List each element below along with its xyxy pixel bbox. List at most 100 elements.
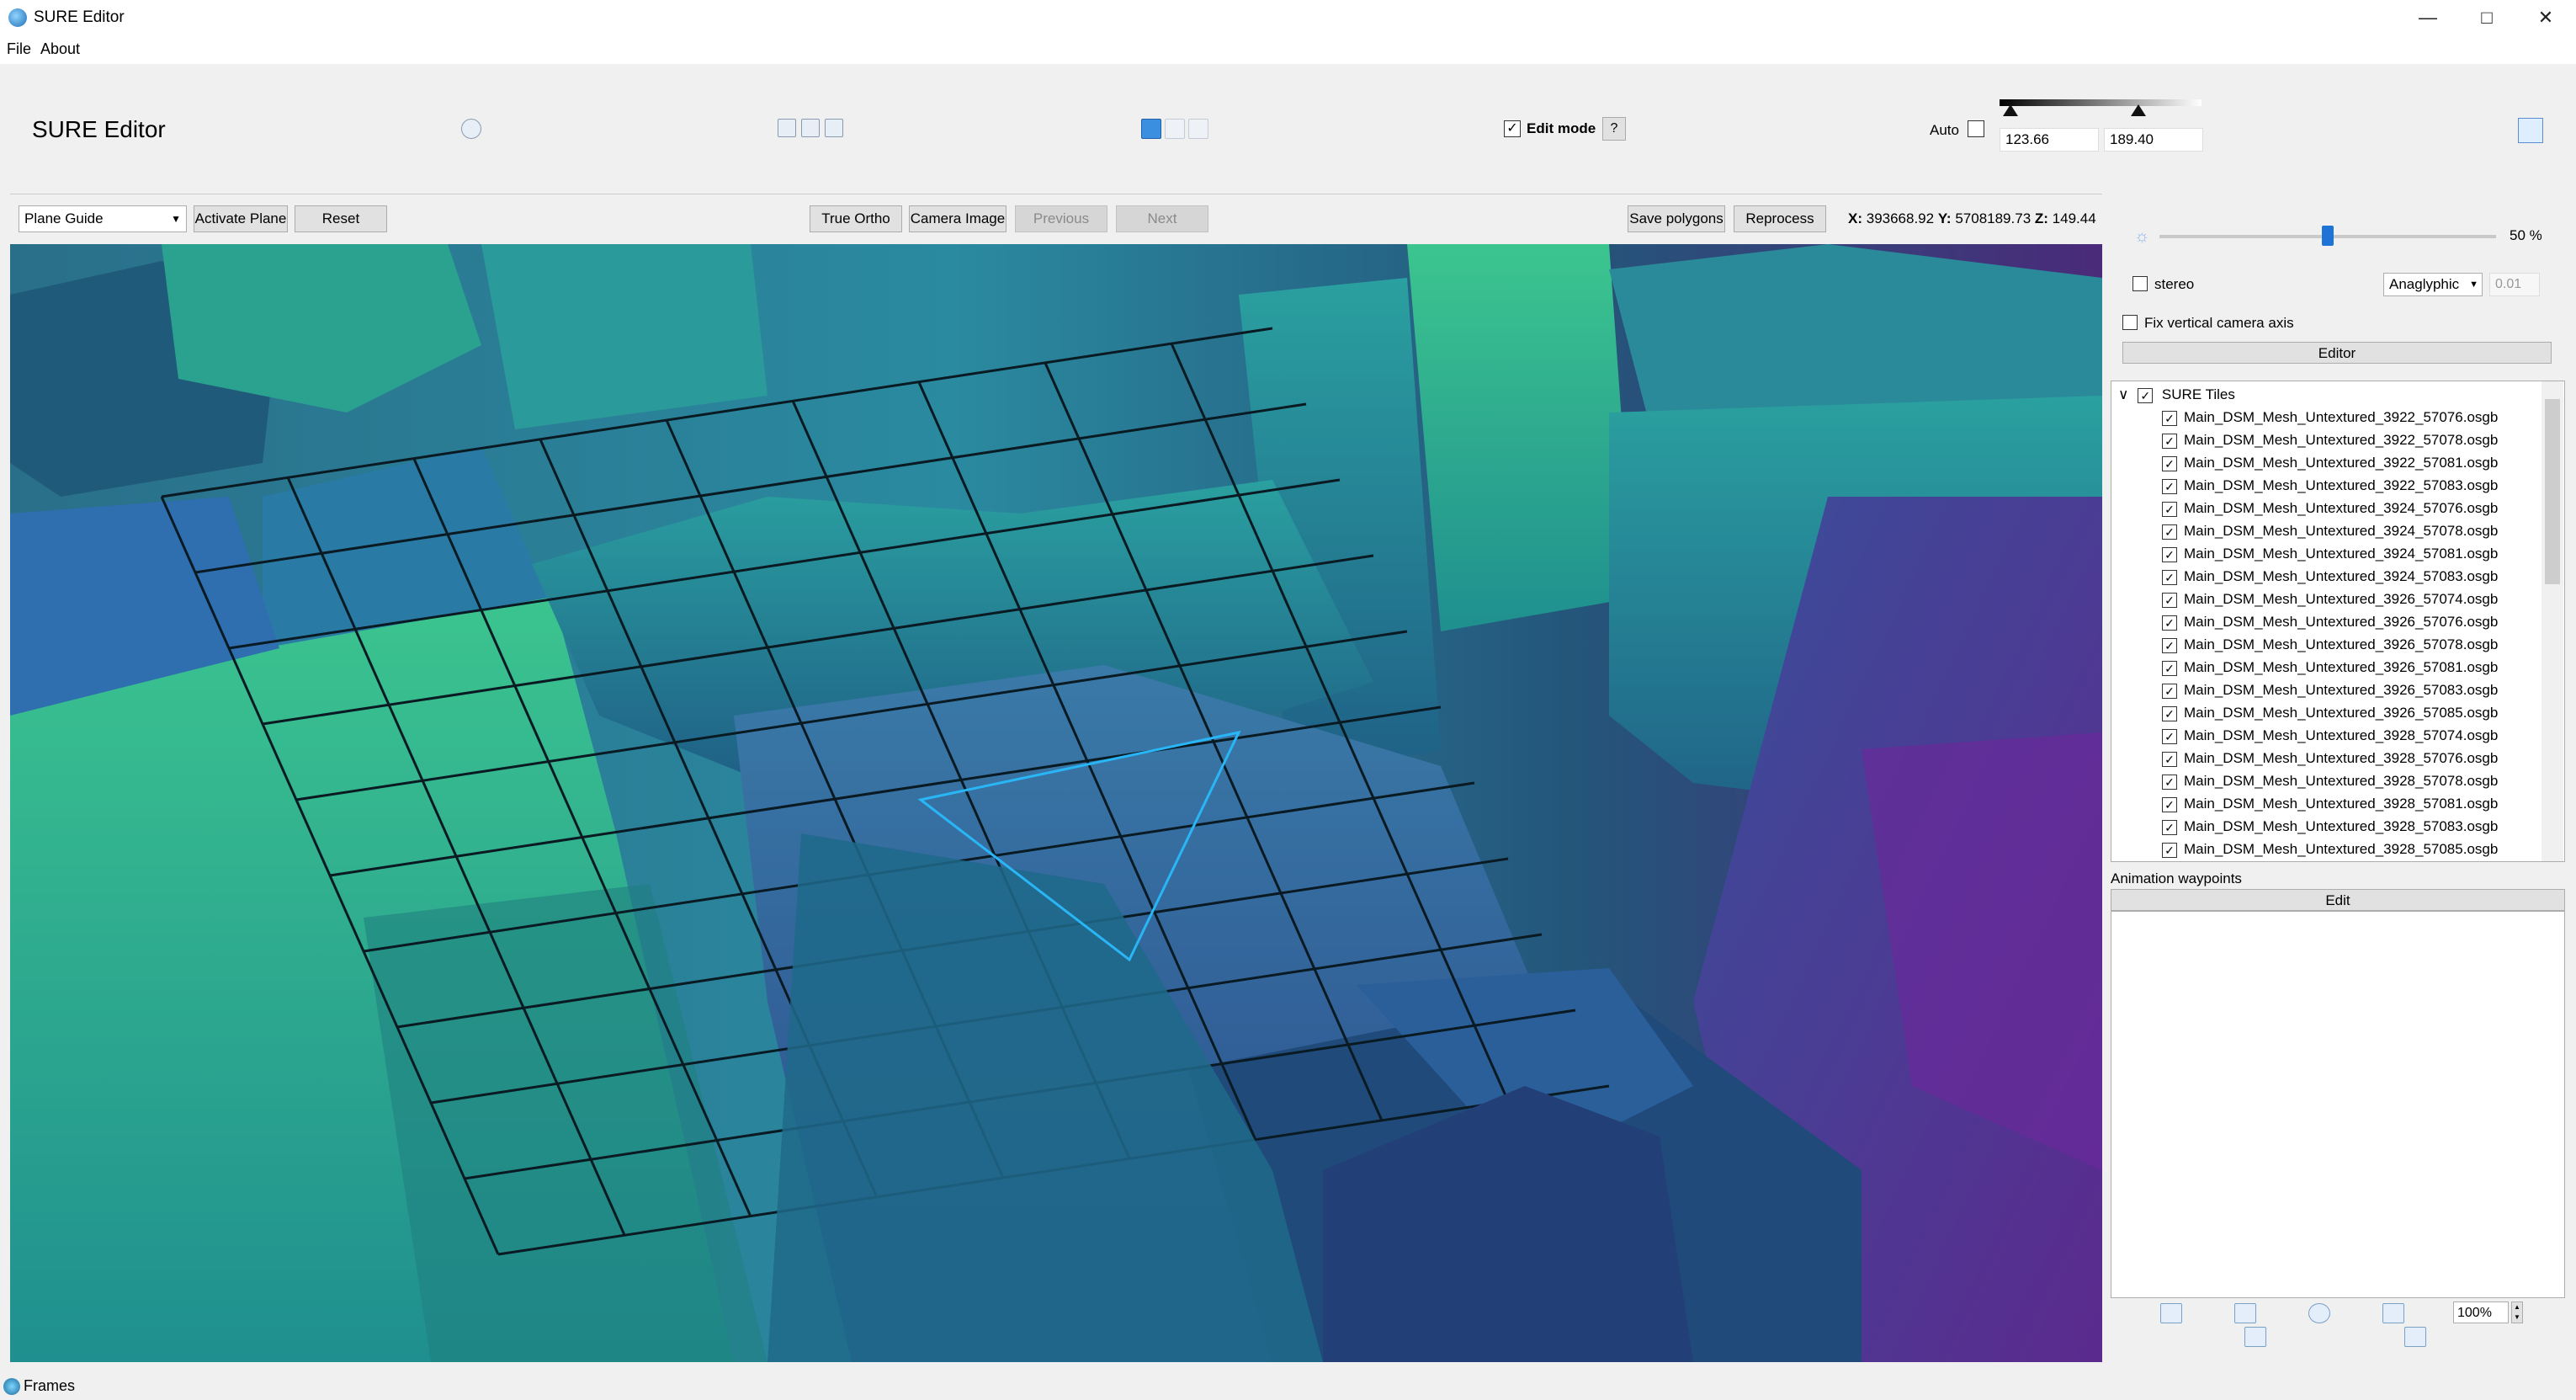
tree-item-checkbox[interactable]: ✓ [2162, 478, 2177, 494]
layout-toggle-icon[interactable] [2518, 118, 2543, 143]
tree-item-checkbox[interactable]: ✓ [2162, 455, 2177, 471]
editor-dropdown[interactable]: Editor [2122, 342, 2552, 364]
tree-item-checkbox[interactable]: ✓ [2162, 524, 2177, 540]
tree-root-checkbox[interactable]: ✓ [2138, 387, 2154, 403]
zoom-fit-icon[interactable] [801, 119, 820, 137]
tree-item[interactable]: ✓ Main_DSM_Mesh_Untextured_3926_57078.osg… [2162, 633, 2498, 656]
tree-item-checkbox[interactable]: ✓ [2162, 410, 2177, 426]
next-button[interactable]: Next [1116, 205, 1208, 232]
tree-item[interactable]: ✓ Main_DSM_Mesh_Untextured_3928_57085.osg… [2162, 838, 2498, 860]
tree-item[interactable]: ✓ Main_DSM_Mesh_Untextured_3922_57081.osg… [2162, 451, 2498, 474]
title-bar [0, 0, 2576, 35]
maximize-icon[interactable]: □ [2457, 0, 2516, 35]
tree-item[interactable]: ✓ Main_DSM_Mesh_Untextured_3928_57078.osg… [2162, 769, 2498, 792]
tree-item[interactable]: ✓ Main_DSM_Mesh_Untextured_3926_57081.osg… [2162, 656, 2498, 679]
tree-item-checkbox[interactable]: ✓ [2162, 637, 2177, 653]
tree-item-checkbox[interactable]: ✓ [2162, 728, 2177, 744]
tree-item[interactable]: ✓ Main_DSM_Mesh_Untextured_3922_57083.osg… [2162, 474, 2498, 497]
zoom-out-icon[interactable] [778, 119, 796, 137]
tree-item[interactable]: ✓ Main_DSM_Mesh_Untextured_3928_57074.osg… [2162, 724, 2498, 747]
tree-item-checkbox[interactable]: ✓ [2162, 660, 2177, 676]
menu-about[interactable]: About [40, 40, 80, 58]
erase-mode-icon[interactable] [1188, 119, 1208, 139]
tree-item-checkbox[interactable]: ✓ [2162, 819, 2177, 835]
range-min-input[interactable]: 123.66 [2000, 128, 2099, 152]
brightness-slider-handle[interactable] [2322, 226, 2334, 246]
save-polygons-button[interactable]: Save polygons [1628, 205, 1725, 232]
draw-mode-icon[interactable] [1141, 119, 1161, 139]
tree-item-checkbox[interactable]: ✓ [2162, 615, 2177, 631]
record-icon[interactable] [2382, 1303, 2404, 1323]
tree-item[interactable]: ✓ Main_DSM_Mesh_Untextured_3924_57083.osg… [2162, 565, 2498, 588]
tree-item-checkbox[interactable]: ✓ [2162, 751, 2177, 767]
tree-item-label: Main_DSM_Mesh_Untextured_3924_57078.osgb [2184, 523, 2499, 539]
tree-item-checkbox[interactable]: ✓ [2162, 683, 2177, 699]
tree-item[interactable]: ✓ Main_DSM_Mesh_Untextured_3924_57078.osg… [2162, 519, 2498, 542]
tree-item[interactable]: ✓ Main_DSM_Mesh_Untextured_3928_57081.osg… [2162, 792, 2498, 815]
coordinate-readout: X: 393668.92 Y: 5708189.73 Z: 149.44 [1848, 210, 2096, 227]
3d-viewport[interactable] [10, 244, 2102, 1362]
tree-root[interactable]: ∨ ✓ SURE Tiles [2118, 383, 2235, 406]
zoom-input[interactable]: 100% [2453, 1302, 2509, 1323]
tree-item[interactable]: ✓ Main_DSM_Mesh_Untextured_3926_57085.osg… [2162, 701, 2498, 724]
tree-item-label: Main_DSM_Mesh_Untextured_3926_57085.osgb [2184, 705, 2499, 721]
stereo-offset-input[interactable]: 0.01 [2489, 273, 2540, 296]
true-ortho-button[interactable]: True Ortho [810, 205, 902, 232]
remove-waypoint-icon[interactable] [2234, 1303, 2256, 1323]
add-waypoint-icon[interactable] [2160, 1303, 2182, 1323]
tree-item-checkbox[interactable]: ✓ [2162, 501, 2177, 517]
zoom-in-icon[interactable] [825, 119, 843, 137]
activate-plane-button[interactable]: Activate Plane [194, 205, 288, 232]
tree-item-checkbox[interactable]: ✓ [2162, 433, 2177, 449]
guide-select[interactable]: Plane Guide ▼ [19, 205, 187, 232]
tree-item-label: Main_DSM_Mesh_Untextured_3928_57081.osgb [2184, 796, 2499, 812]
stereo-mode-select[interactable]: Anaglyphic ▼ [2383, 273, 2483, 296]
tree-item-label: Main_DSM_Mesh_Untextured_3922_57081.osgb [2184, 455, 2499, 471]
tree-item[interactable]: ✓ Main_DSM_Mesh_Untextured_3922_57076.osg… [2162, 406, 2498, 429]
previous-button[interactable]: Previous [1015, 205, 1107, 232]
minimize-icon[interactable]: — [2398, 0, 2457, 35]
menu-file[interactable]: File [7, 40, 31, 58]
tree-item-checkbox[interactable]: ✓ [2162, 774, 2177, 790]
auto-checkbox[interactable] [1968, 120, 1984, 137]
fix-axis-checkbox[interactable] [2122, 315, 2138, 330]
stereo-checkbox[interactable] [2133, 276, 2148, 291]
camera-image-button[interactable]: Camera Image [909, 205, 1006, 232]
tree-item-checkbox[interactable]: ✓ [2162, 796, 2177, 812]
tree-item[interactable]: ✓ Main_DSM_Mesh_Untextured_3928_57076.osg… [2162, 747, 2498, 769]
tree-item-checkbox[interactable]: ✓ [2162, 546, 2177, 562]
edit-mode-icon[interactable] [1165, 119, 1185, 139]
reset-button[interactable]: Reset [295, 205, 387, 232]
tree-scrollbar-thumb[interactable] [2545, 399, 2560, 584]
range-max-input[interactable]: 189.40 [2104, 128, 2203, 152]
tree-item[interactable]: ✓ Main_DSM_Mesh_Untextured_3924_57081.osg… [2162, 542, 2498, 565]
tree-item-label: Main_DSM_Mesh_Untextured_3922_57083.osgb [2184, 477, 2499, 493]
stereo-label: stereo [2154, 276, 2195, 292]
tree-item[interactable]: ✓ Main_DSM_Mesh_Untextured_3926_57083.osg… [2162, 679, 2498, 701]
height-range-slider[interactable] [2000, 99, 2202, 106]
range-min-handle[interactable] [2003, 104, 2018, 116]
tree-item-label: Main_DSM_Mesh_Untextured_3922_57078.osgb [2184, 432, 2499, 448]
range-max-handle[interactable] [2131, 104, 2146, 116]
tree-item-checkbox[interactable]: ✓ [2162, 592, 2177, 608]
animation-edit-dropdown[interactable]: Edit [2111, 889, 2565, 911]
screenshot-icon[interactable] [2404, 1327, 2426, 1347]
animation-waypoint-list[interactable] [2111, 911, 2565, 1298]
close-icon[interactable]: ✕ [2516, 0, 2575, 35]
play-icon[interactable] [2308, 1303, 2330, 1323]
tree-item-checkbox[interactable]: ✓ [2162, 842, 2177, 858]
tree-item[interactable]: ✓ Main_DSM_Mesh_Untextured_3922_57078.osg… [2162, 429, 2498, 451]
tree-item[interactable]: ✓ Main_DSM_Mesh_Untextured_3926_57076.osg… [2162, 610, 2498, 633]
edit-mode-help-button[interactable]: ? [1602, 117, 1626, 141]
tree-item-checkbox[interactable]: ✓ [2162, 705, 2177, 721]
chevron-down-icon[interactable]: ∨ [2118, 386, 2128, 402]
help-icon[interactable] [461, 119, 481, 139]
tree-item[interactable]: ✓ Main_DSM_Mesh_Untextured_3928_57083.osg… [2162, 815, 2498, 838]
edit-mode-checkbox[interactable]: ✓ [1504, 120, 1521, 137]
tree-item[interactable]: ✓ Main_DSM_Mesh_Untextured_3924_57076.osg… [2162, 497, 2498, 519]
zoom-stepper[interactable]: ▲ ▼ [2511, 1302, 2523, 1323]
reprocess-button[interactable]: Reprocess [1734, 205, 1826, 232]
tree-item-checkbox[interactable]: ✓ [2162, 569, 2177, 585]
camera-icon[interactable] [2244, 1327, 2266, 1347]
tree-item[interactable]: ✓ Main_DSM_Mesh_Untextured_3926_57074.osg… [2162, 588, 2498, 610]
